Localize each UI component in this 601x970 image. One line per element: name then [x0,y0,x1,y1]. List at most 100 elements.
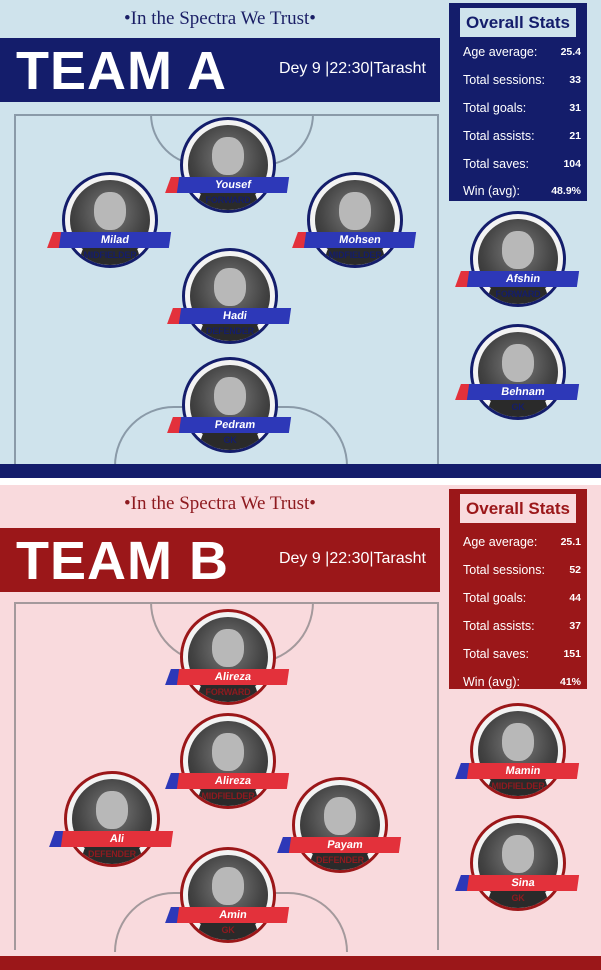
stat-row-total-assists: Total assists: 37 [463,619,581,633]
name-bar: Yousef [165,177,290,193]
stat-label: Total assists: [463,129,535,143]
stat-value: 104 [563,158,581,170]
player-position: MIDFIELDER [201,791,255,801]
player-name: Milad [58,232,172,248]
player-position: FORWARD [205,687,251,697]
player-name: Ali [60,831,174,847]
stat-row-total-assists: Total assists: 21 [463,129,581,143]
player-name: Amin [176,907,290,923]
player-name: Afshin [466,271,580,287]
player-card-defender[interactable]: Hadi DEFENDER [167,248,292,360]
stat-row-age-average: Age average: 25.4 [463,45,581,59]
player-card-midfielder-left[interactable]: Milad MIDFIELDER [47,172,172,284]
player-photo [478,711,558,796]
stat-value: 44 [569,592,581,604]
player-name: Behnam [466,384,580,400]
stat-label: Total sessions: [463,73,545,87]
player-position: DEFENDER [88,849,136,859]
player-photo [478,823,558,908]
player-photo [188,125,268,210]
player-card-defender-left[interactable]: Ali DEFENDER [49,771,174,883]
name-bar: Mohsen [292,232,417,248]
stat-label: Total assists: [463,619,535,633]
overall-stats-box: Overall Stats Age average: 25.4 Total ses… [449,3,587,201]
player-name: Alireza [176,669,290,685]
substitute-card-midfielder[interactable]: Mamin MIDFIELDER [455,703,580,815]
team-name: TEAM A [16,41,227,101]
name-bar: Amin [165,907,290,923]
team-b-panel: •In the Spectra We Trust• TEAM B Dey 9 |… [0,485,601,970]
player-photo [188,617,268,702]
player-name: Yousef [176,177,290,193]
stat-row-total-goals: Total goals: 44 [463,591,581,605]
tagline: •In the Spectra We Trust• [124,8,316,29]
player-card-gk[interactable]: Pedram GK [167,357,292,469]
player-card-gk[interactable]: Amin GK [165,847,290,959]
stat-value: 151 [563,648,581,660]
stat-value: 41% [559,676,581,688]
stat-label: Total goals: [463,101,527,115]
name-bar: Afshin [455,271,580,287]
player-photo [70,180,150,265]
substitute-card-gk[interactable]: Behnam GK [455,324,580,436]
name-bar: Mamin [455,763,580,779]
player-position: GK [511,402,525,412]
player-position: MIDFIELDER [491,781,545,791]
player-position: FORWARD [495,289,541,299]
substitute-card-gk[interactable]: Sina GK [455,815,580,927]
substitute-card-forward[interactable]: Afshin FORWARD [455,211,580,323]
player-card-defender-right[interactable]: Payam DEFENDER [277,777,402,889]
stat-label: Total saves: [463,157,530,171]
player-name: Alireza [176,773,290,789]
name-bar: Alireza [165,669,290,685]
player-photo [300,785,380,870]
player-position: GK [221,925,235,935]
stat-row-win-avg: Win (avg): 41% [463,675,581,689]
stat-label: Total goals: [463,591,527,605]
player-position: MIDFIELDER [328,250,382,260]
player-position: GK [223,435,237,445]
team-banner: TEAM A Dey 9 |22:30|Tarasht [0,38,440,102]
match-info: Dey 9 |22:30|Tarasht [278,550,426,567]
name-bar: Milad [47,232,172,248]
player-photo [190,365,270,450]
player-photo [478,332,558,417]
player-name: Mamin [466,763,580,779]
name-bar: Sina [455,875,580,891]
stat-value: 52 [569,564,581,576]
team-banner: TEAM B Dey 9 |22:30|Tarasht [0,528,440,592]
player-position: DEFENDER [316,855,364,865]
name-bar: Ali [49,831,174,847]
stats-title: Overall Stats [460,494,576,523]
name-bar: Payam [277,837,402,853]
name-bar: Pedram [167,417,292,433]
stat-label: Total saves: [463,647,530,661]
bottom-bar [0,464,601,478]
stat-row-total-saves: Total saves: 151 [463,647,581,661]
player-card-midfielder-right[interactable]: Mohsen MIDFIELDER [292,172,417,284]
bottom-bar [0,956,601,970]
team-name: TEAM B [16,531,229,591]
name-bar: Alireza [165,773,290,789]
player-card-forward[interactable]: Alireza FORWARD [165,609,290,721]
player-name: Mohsen [303,232,417,248]
stats-title: Overall Stats [460,8,576,37]
stat-label: Win (avg): [463,675,520,689]
stat-value: 21 [569,130,581,142]
player-name: Pedram [178,417,292,433]
stat-label: Age average: [463,45,538,59]
player-card-forward[interactable]: Yousef FORWARD [165,117,290,229]
stat-label: Total sessions: [463,563,545,577]
player-photo [188,855,268,940]
overall-stats-box: Overall Stats Age average: 25.1 Total ses… [449,489,587,689]
player-card-midfielder[interactable]: Alireza MIDFIELDER [165,713,290,825]
player-photo [188,721,268,806]
stat-value: 33 [569,74,581,86]
player-position: GK [511,893,525,903]
player-name: Hadi [178,308,292,324]
name-bar: Hadi [167,308,292,324]
team-a-panel: •In the Spectra We Trust• TEAM A Dey 9 |… [0,0,601,478]
player-position: FORWARD [205,195,251,205]
stat-row-total-sessions: Total sessions: 52 [463,563,581,577]
stat-row-total-saves: Total saves: 104 [463,157,581,171]
